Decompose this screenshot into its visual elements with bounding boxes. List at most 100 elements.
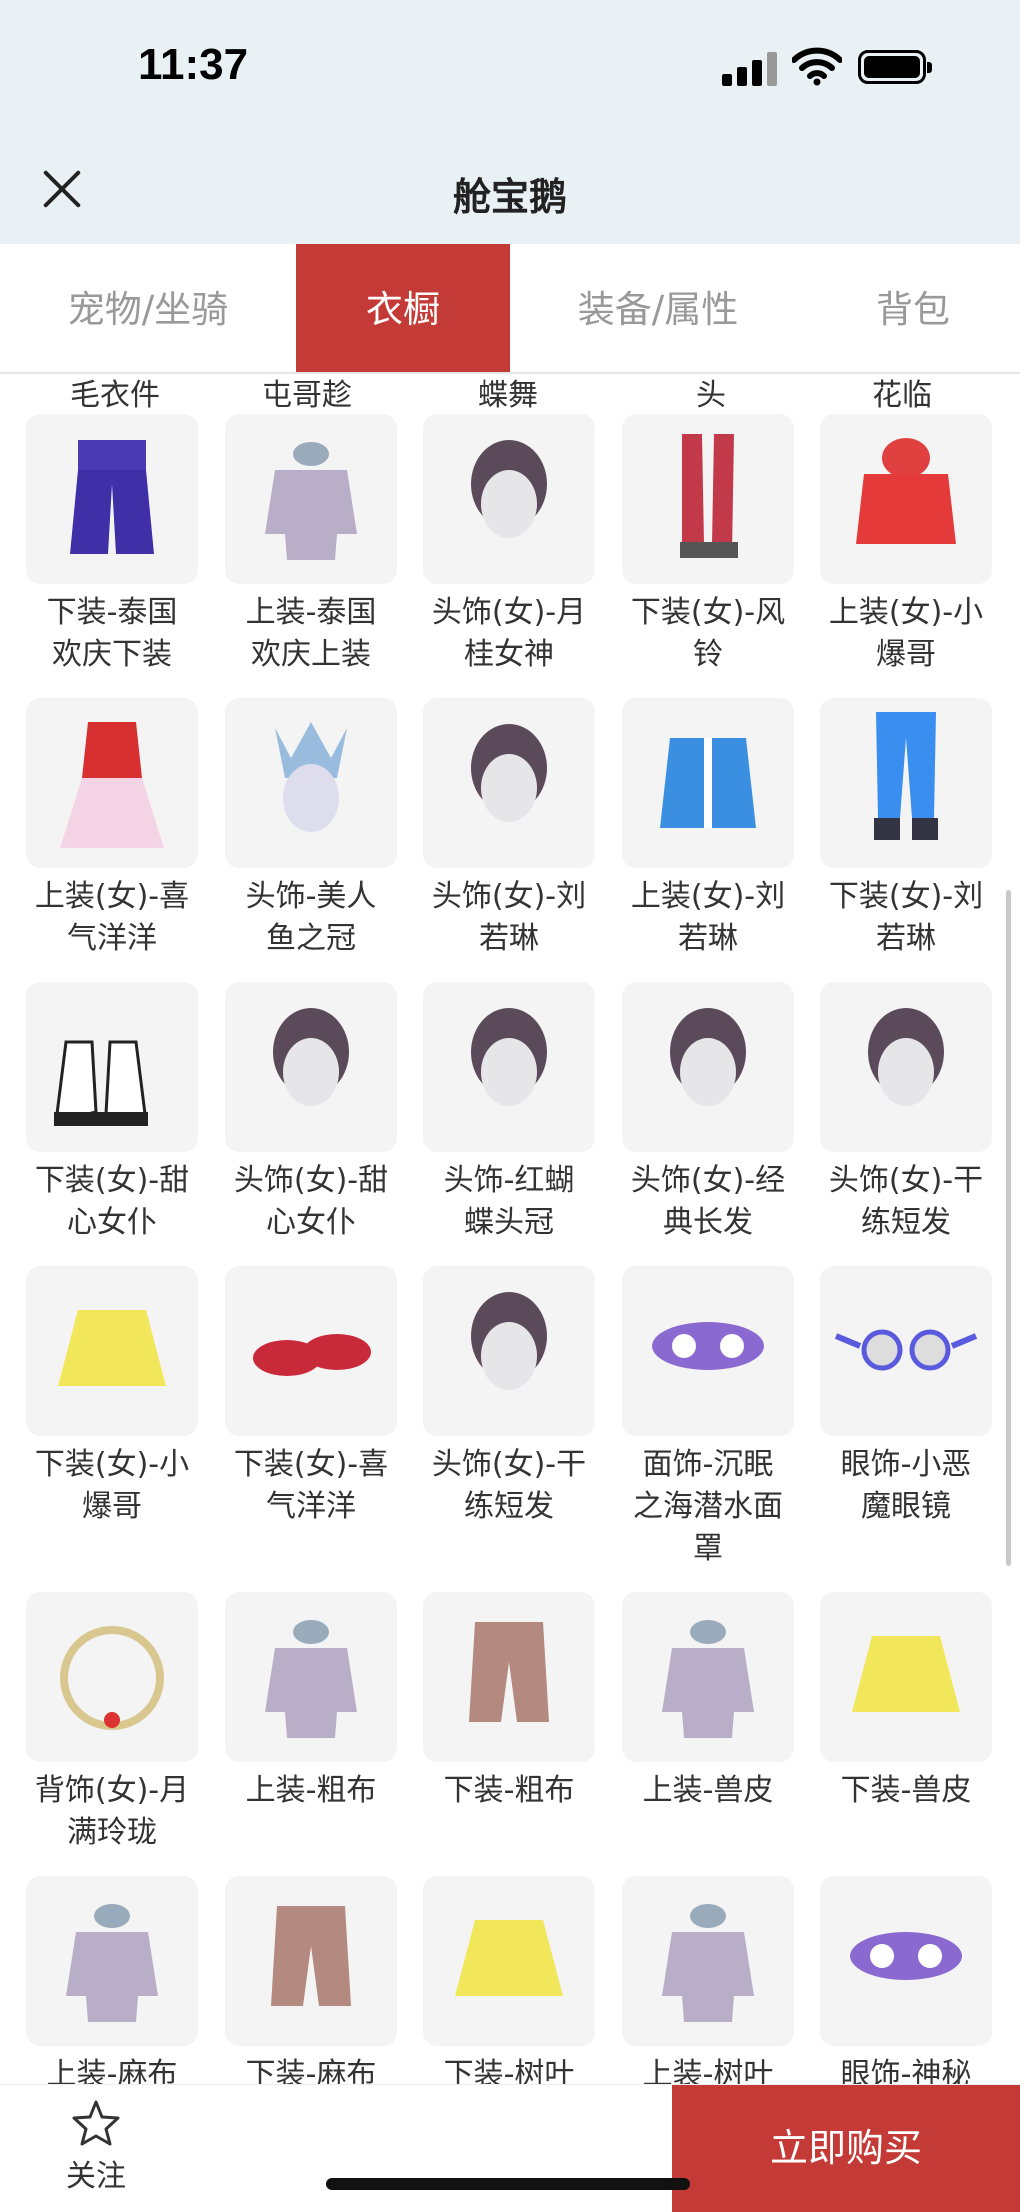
item-label-line: 下装-泰国 [46, 595, 178, 630]
wardrobe-item[interactable]: 下装(女)-小 爆哥 [0, 1266, 198, 1566]
item-label-line: 头饰(女)-干 [431, 1447, 587, 1482]
item-label: 下装-树叶 [397, 2054, 621, 2084]
item-label: 头饰-红蝴 蝶头冠 [397, 1160, 621, 1244]
item-label-line: 头饰(女)-月 [431, 595, 587, 630]
wardrobe-item[interactable]: 头饰-红蝴 蝶头冠 [397, 982, 595, 1282]
wardrobe-item[interactable]: 下装-麻布 [199, 1876, 397, 2084]
ring-icon [26, 1592, 198, 1762]
wardrobe-item[interactable]: 背饰(女)-月 满玲珑 [0, 1592, 198, 1892]
skirt-icon [820, 1592, 992, 1762]
slippers-icon [225, 1266, 397, 1436]
wardrobe-item[interactable]: 上装-树叶 [596, 1876, 794, 2084]
dress-icon [26, 698, 198, 868]
nav-header: 舱宝鹅 [0, 120, 1020, 244]
wardrobe-item[interactable]: 头饰(女)-干 练短发 [397, 1266, 595, 1566]
item-label-line: 头饰(女)-刘 [431, 879, 587, 914]
wardrobe-item[interactable]: 眼饰-小恶 魔眼镜 [794, 1266, 992, 1566]
head-icon [622, 982, 794, 1152]
item-label: 下装-麻布 [199, 2054, 423, 2084]
wardrobe-item[interactable]: 下装-树叶 [397, 1876, 595, 2084]
glasses-icon [820, 1266, 992, 1436]
item-label: 下装(女)-刘 若琳 [794, 876, 1018, 960]
tab-backpack[interactable]: 背包 [806, 244, 1020, 372]
wardrobe-item[interactable]: 上装(女)-小 爆哥 [794, 414, 992, 714]
tab-wardrobe[interactable]: 衣橱 [296, 244, 510, 372]
item-label: 下装(女)-风铃 [596, 592, 820, 676]
item-label-line: 欢庆上装 [251, 637, 371, 672]
item-label-line: 上装(女)-喜 [34, 879, 190, 914]
item-label: 头饰-美人 鱼之冠 [199, 876, 423, 960]
item-label-line: 上装-麻布 [46, 2057, 178, 2084]
wardrobe-item[interactable]: 下装-泰国 欢庆下装 [0, 414, 198, 714]
wardrobe-item[interactable]: 头饰(女)-刘 若琳 [397, 698, 595, 998]
wardrobe-item[interactable]: 上装-兽皮 [596, 1592, 794, 1892]
jeans-icon [820, 698, 992, 868]
item-label-line: 魔眼镜 [861, 1489, 951, 1524]
item-label: 上装(女)-喜 气洋洋 [0, 876, 224, 960]
item-label-line: 下装(女)-甜 [34, 1163, 190, 1198]
wardrobe-item[interactable]: 下装-粗布 [397, 1592, 595, 1892]
item-label-line: 气洋洋 [266, 1489, 356, 1524]
item-label: 头饰(女)-干 练短发 [794, 1160, 1018, 1244]
wardrobe-item[interactable]: 上装(女)-喜 气洋洋 [0, 698, 198, 998]
item-label-line: 头饰(女)-甜 [233, 1163, 389, 1198]
peek-label: 屯哥趁 [262, 378, 352, 413]
wardrobe-item[interactable]: 下装(女)-甜 心女仆 [0, 982, 198, 1282]
wardrobe-item[interactable]: 下装(女)-喜 气洋洋 [199, 1266, 397, 1566]
scrollbar[interactable] [1006, 890, 1011, 1566]
item-label-line: 上装-树叶 [642, 2057, 774, 2084]
follow-button[interactable]: 关注 [56, 2099, 136, 2195]
wardrobe-item[interactable]: 上装-粗布 [199, 1592, 397, 1892]
item-label-line: 爆哥 [876, 637, 936, 672]
mask-icon [820, 1876, 992, 2046]
wardrobe-item[interactable]: 眼饰-神秘 [794, 1876, 992, 2084]
item-label: 上装(女)-小 爆哥 [794, 592, 1018, 676]
peek-label: 毛衣件 [70, 378, 160, 413]
wardrobe-item[interactable]: 头饰(女)-月 桂女神 [397, 414, 595, 714]
item-label-line: 心女仆 [266, 1205, 356, 1240]
tab-bar: 宠物/坐骑 衣橱 装备/属性 背包 [0, 244, 1020, 374]
crown-head-icon [225, 698, 397, 868]
item-label: 下装-兽皮 [794, 1770, 1018, 1812]
wardrobe-item[interactable]: 上装(女)-刘 若琳 [596, 698, 794, 998]
wardrobe-item[interactable]: 下装-兽皮 [794, 1592, 992, 1892]
wardrobe-item[interactable]: 头饰(女)-经 典长发 [596, 982, 794, 1282]
item-label-line: 面饰-沉眠 [642, 1447, 774, 1482]
wardrobe-item[interactable]: 下装(女)-风铃 [596, 414, 794, 714]
head-icon [820, 982, 992, 1152]
item-label-line: 桂女神 [464, 637, 554, 672]
top-icon [225, 414, 397, 584]
item-label: 背饰(女)-月 满玲珑 [0, 1770, 224, 1854]
wardrobe-item[interactable]: 头饰(女)-干 练短发 [794, 982, 992, 1282]
item-label-line: 之海潜水面 [633, 1489, 783, 1524]
item-label-line: 上装-兽皮 [642, 1773, 774, 1808]
buy-now-button[interactable]: 立即购买 [672, 2085, 1020, 2212]
peek-label: 头 [696, 378, 726, 413]
shorts-icon [225, 1876, 397, 2046]
wardrobe-item[interactable]: 面饰-沉眠 之海潜水面罩 [596, 1266, 794, 1566]
shoes-icon [26, 982, 198, 1152]
follow-label: 关注 [66, 2159, 126, 2194]
item-label-line: 下装-兽皮 [840, 1773, 972, 1808]
item-label: 下装(女)-喜 气洋洋 [199, 1444, 423, 1528]
tab-pets[interactable]: 宠物/坐骑 [0, 244, 296, 372]
wardrobe-item[interactable]: 头饰-美人 鱼之冠 [199, 698, 397, 998]
wardrobe-item[interactable]: 头饰(女)-甜 心女仆 [199, 982, 397, 1282]
pants-icon [26, 414, 198, 584]
item-label-line: 若琳 [876, 921, 936, 956]
home-indicator [326, 2178, 690, 2190]
item-label: 上装-树叶 [596, 2054, 820, 2084]
item-label-line: 头饰(女)-经 [630, 1163, 786, 1198]
item-label: 下装(女)-小 爆哥 [0, 1444, 224, 1528]
item-label-line: 鱼之冠 [266, 921, 356, 956]
item-label-line: 铃 [693, 637, 723, 672]
tab-equipment[interactable]: 装备/属性 [510, 244, 806, 372]
item-label-line: 典长发 [663, 1205, 753, 1240]
wardrobe-item[interactable]: 下装(女)-刘 若琳 [794, 698, 992, 998]
wardrobe-item[interactable]: 上装-麻布 [0, 1876, 198, 2084]
top-icon [225, 1592, 397, 1762]
head-icon [423, 1266, 595, 1436]
wardrobe-item[interactable]: 上装-泰国 欢庆上装 [199, 414, 397, 714]
peek-label: 花临 [872, 378, 932, 413]
item-label: 头饰(女)-月 桂女神 [397, 592, 621, 676]
